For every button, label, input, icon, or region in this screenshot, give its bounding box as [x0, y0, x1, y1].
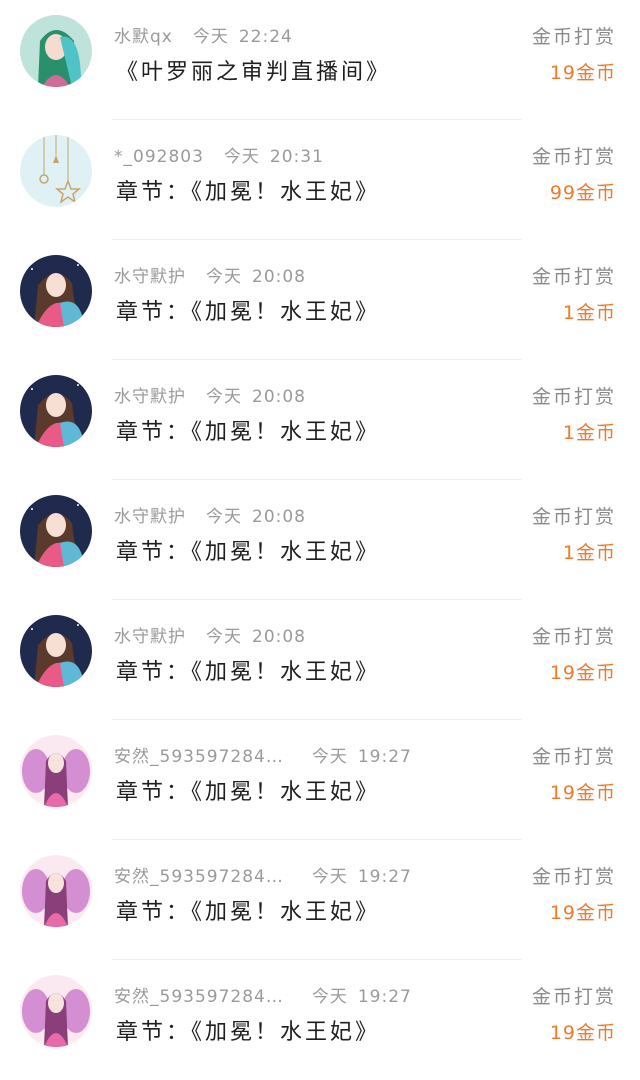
- reward-list: 水默qx 今天 22:24 《叶罗丽之审判直播间》 金币打赏 19金币 *_0928…: [0, 0, 640, 1064]
- chapter-title[interactable]: 章节：《加冕！水王妃》: [116, 1014, 380, 1048]
- reward-amount: 1金币: [562, 542, 616, 564]
- girl-pink-dress-avatar-icon[interactable]: [20, 375, 92, 447]
- reward-meta: 安然_593597284… 今天 19:27: [114, 862, 412, 888]
- reward-row[interactable]: 水守默护 今天 20:08 章节：《加冕！水王妃》 金币打赏 1金币: [0, 480, 640, 600]
- reward-type: 金币打赏: [531, 386, 616, 408]
- reward-date: 今天: [311, 987, 348, 1007]
- reward-time: 20:08: [252, 627, 306, 647]
- girl-pink-dress-avatar-icon[interactable]: [20, 615, 92, 687]
- reward-type: 金币打赏: [531, 986, 616, 1008]
- reward-time: 19:27: [357, 747, 412, 767]
- reward-row[interactable]: 水守默护 今天 20:08 章节：《加冕！水王妃》 金币打赏 1金币: [0, 240, 640, 360]
- reward-row[interactable]: 水守默护 今天 20:08 章节：《加冕！水王妃》 金币打赏 19金币: [0, 600, 640, 720]
- user-name[interactable]: 水守默护: [114, 502, 186, 527]
- reward-meta: 水守默护 今天 20:08: [114, 382, 306, 408]
- reward-type: 金币打赏: [531, 146, 616, 168]
- work-title[interactable]: 《叶罗丽之审判直播间》: [116, 54, 391, 88]
- reward-date: 今天: [206, 627, 242, 647]
- reward-type: 金币打赏: [531, 506, 616, 528]
- user-name[interactable]: 水默qx: [114, 22, 173, 47]
- reward-time: 20:08: [252, 387, 306, 407]
- chapter-title[interactable]: 章节：《加冕！水王妃》: [116, 294, 380, 328]
- user-name[interactable]: *_092803: [114, 147, 204, 167]
- reward-date: 今天: [223, 147, 260, 167]
- reward-row[interactable]: 安然_593597284… 今天 19:27 章节：《加冕！水王妃》 金币打赏 19…: [0, 960, 640, 1080]
- reward-time: 22:24: [238, 27, 293, 47]
- user-name[interactable]: 安然_593597284…: [114, 862, 284, 887]
- chapter-title[interactable]: 章节：《加冕！水王妃》: [116, 774, 380, 808]
- reward-row[interactable]: *_092803 今天 20:31 章节：《加冕！水王妃》 金币打赏 99金币: [0, 120, 640, 240]
- reward-date: 今天: [206, 387, 242, 407]
- chapter-title[interactable]: 章节：《加冕！水王妃》: [116, 654, 380, 688]
- reward-type: 金币打赏: [531, 626, 616, 648]
- reward-meta: 水守默护 今天 20:08: [114, 502, 306, 528]
- reward-time: 19:27: [357, 867, 412, 887]
- reward-meta: 水守默护 今天 20:08: [114, 262, 306, 288]
- chapter-title[interactable]: 章节：《加冕！水王妃》: [116, 414, 380, 448]
- reward-meta: 水守默护 今天 20:08: [114, 622, 306, 648]
- reward-row[interactable]: 安然_593597284… 今天 19:27 章节：《加冕！水王妃》 金币打赏 19…: [0, 720, 640, 840]
- reward-row[interactable]: 安然_593597284… 今天 19:27 章节：《加冕！水王妃》 金币打赏 19…: [0, 840, 640, 960]
- user-name[interactable]: 安然_593597284…: [114, 742, 284, 767]
- reward-row[interactable]: 水默qx 今天 22:24 《叶罗丽之审判直播间》 金币打赏 19金币: [0, 0, 640, 120]
- girl-green-hair-avatar-icon[interactable]: [20, 15, 92, 87]
- reward-amount: 19金币: [549, 902, 616, 924]
- reward-type: 金币打赏: [531, 266, 616, 288]
- reward-amount: 1金币: [562, 302, 616, 324]
- reward-date: 今天: [206, 267, 242, 287]
- reward-meta: *_092803 今天 20:31: [114, 142, 324, 168]
- reward-type: 金币打赏: [531, 746, 616, 768]
- reward-amount: 19金币: [549, 782, 616, 804]
- user-name[interactable]: 水守默护: [114, 262, 186, 287]
- reward-meta: 安然_593597284… 今天 19:27: [114, 982, 412, 1008]
- user-name[interactable]: 水守默护: [114, 382, 186, 407]
- reward-type: 金币打赏: [531, 866, 616, 888]
- reward-time: 19:27: [357, 987, 412, 1007]
- reward-type: 金币打赏: [531, 26, 616, 48]
- reward-amount: 1金币: [562, 422, 616, 444]
- chapter-title[interactable]: 章节：《加冕！水王妃》: [116, 174, 380, 208]
- purple-fairy-avatar-icon[interactable]: [20, 855, 92, 927]
- reward-meta: 水默qx 今天 22:24: [114, 22, 293, 48]
- reward-date: 今天: [311, 867, 348, 887]
- chapter-title[interactable]: 章节：《加冕！水王妃》: [116, 894, 380, 928]
- girl-pink-dress-avatar-icon[interactable]: [20, 495, 92, 567]
- reward-meta: 安然_593597284… 今天 19:27: [114, 742, 412, 768]
- reward-date: 今天: [311, 747, 348, 767]
- girl-pink-dress-avatar-icon[interactable]: [20, 255, 92, 327]
- reward-time: 20:31: [269, 147, 324, 167]
- reward-amount: 19金币: [549, 662, 616, 684]
- chapter-title[interactable]: 章节：《加冕！水王妃》: [116, 534, 380, 568]
- reward-time: 20:08: [252, 507, 306, 527]
- user-name[interactable]: 水守默护: [114, 622, 186, 647]
- reward-amount: 99金币: [549, 182, 616, 204]
- reward-date: 今天: [192, 27, 229, 47]
- user-name[interactable]: 安然_593597284…: [114, 982, 284, 1007]
- purple-fairy-avatar-icon[interactable]: [20, 975, 92, 1047]
- reward-amount: 19金币: [549, 62, 616, 84]
- purple-fairy-avatar-icon[interactable]: [20, 735, 92, 807]
- hanging-ornaments-avatar-icon[interactable]: [20, 135, 92, 207]
- reward-row[interactable]: 水守默护 今天 20:08 章节：《加冕！水王妃》 金币打赏 1金币: [0, 360, 640, 480]
- reward-date: 今天: [206, 507, 242, 527]
- reward-time: 20:08: [252, 267, 306, 287]
- reward-amount: 19金币: [549, 1022, 616, 1044]
